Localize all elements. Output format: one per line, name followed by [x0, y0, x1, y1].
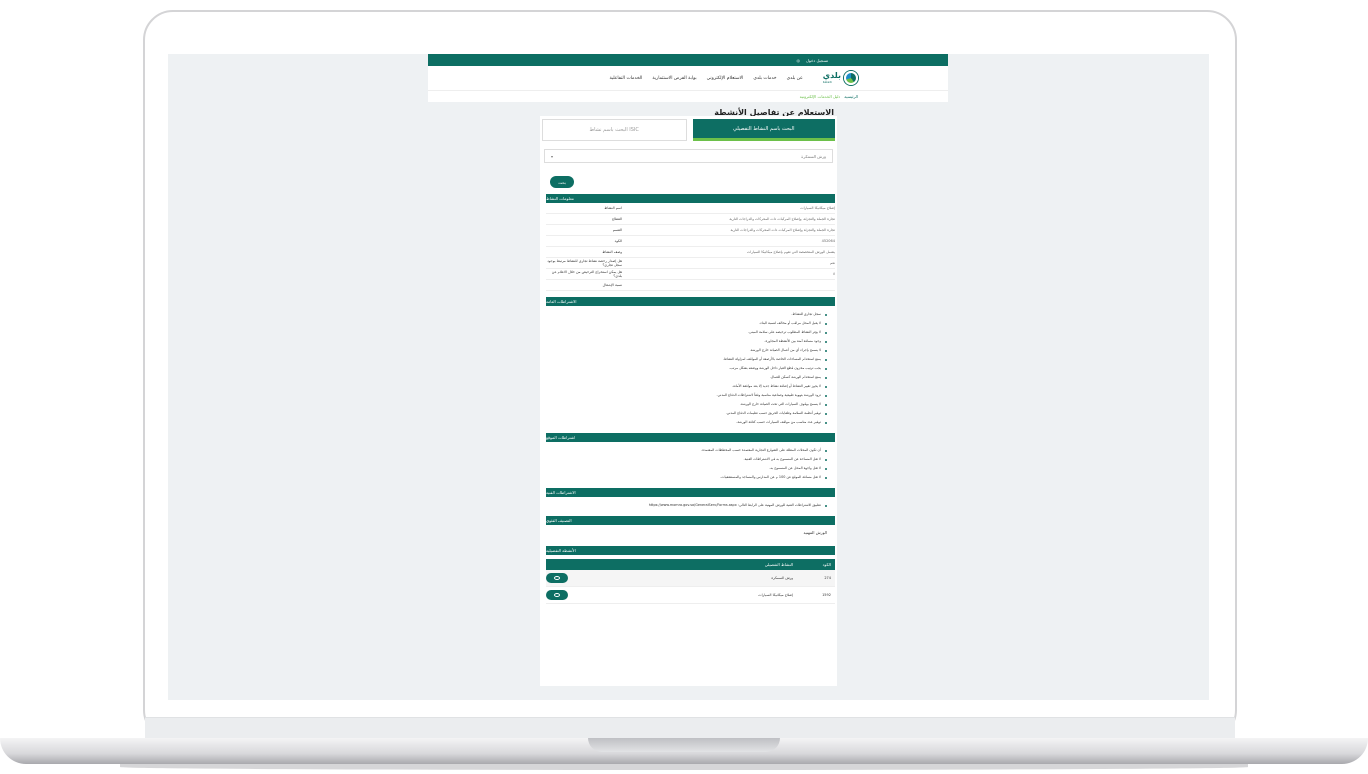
globe-icon[interactable]: ◎ — [797, 58, 801, 63]
nav-inquiry[interactable]: الاستعلام الإلكتروني — [707, 76, 744, 81]
list-item: وجود مسافة آمنة بين الأنشطة المجاورة. — [546, 337, 827, 346]
info-row: اسم النشاط إصلاح ميكانيكا السيارات — [546, 203, 835, 214]
list-item[interactable]: تطبيق الاشتراطات الفنية للورش المهنية عل… — [546, 501, 827, 510]
logo[interactable]: بلدي baladi — [823, 71, 858, 85]
logo-icon — [844, 71, 858, 85]
list-item: يجب ترتيب مخزون قطع الغيار داخل الورشة و… — [546, 364, 827, 373]
list-item: يمنع استخدام المساحات الخاصة بالأرصفة أو… — [546, 355, 827, 364]
list-item: سجل تجاري للنشاط. — [546, 310, 827, 319]
table-row: 274 ورش السمكرة — [546, 570, 835, 587]
info-row: نسبة الإشغال — [546, 280, 835, 291]
info-row: وصف النشاط يشمل الورش المتخصصة التي تقوم … — [546, 247, 835, 258]
location-requirements-header: اشتراطات الموقع — [546, 433, 835, 442]
breadcrumb: الرئيسية دليل الخدمات الإلكترونية — [428, 90, 948, 102]
chevron-down-icon: ▾ — [551, 153, 554, 159]
info-row: هل يمكن استخراج الترخيص من خلال الاعلام … — [546, 269, 835, 280]
col-code: الكود — [822, 562, 831, 567]
technical-requirements-list: تطبيق الاشتراطات الفنية للورش المهنية عل… — [546, 501, 827, 510]
general-requirements-list: سجل تجاري للنشاط. لا يقبل المحل مراقب أو… — [546, 310, 827, 427]
general-requirements-header: الاشتراطات العامة — [546, 297, 835, 306]
list-item: يمنع استخدام الورشة كسكن للعمال. — [546, 373, 827, 382]
list-item: لا تقل المساحة عن المسموح به في الاشتراط… — [546, 455, 827, 464]
laptop-bezel — [145, 717, 1235, 739]
technical-requirements-header: الاشتراطات الفنية — [546, 488, 835, 497]
info-row: القطاع تجارة الجملة والتجزئة، وإصلاح المر… — [546, 214, 835, 225]
list-item: لا تقل واجهة المحل عن المسموح به. — [546, 464, 827, 473]
logo-subtext: baladi — [822, 80, 832, 84]
view-button[interactable] — [546, 573, 568, 583]
eye-icon — [554, 576, 560, 580]
list-item: لا يؤثر النشاط المطلوب ترخيصه على سلامة … — [546, 328, 827, 337]
nav-about[interactable]: عن بلدي — [787, 76, 803, 81]
info-row: الكود 452064 — [546, 236, 835, 247]
breadcrumb-home[interactable]: الرئيسية — [844, 94, 858, 99]
laptop-notch — [588, 738, 780, 752]
laptop-shadow — [120, 764, 1248, 770]
tabs: البحث باسم النشاط التفصيلي البحث باسم نش… — [540, 116, 837, 141]
nav-investment[interactable]: بوابة الفرص الاستثمارية — [652, 76, 696, 81]
main-nav: عن بلدي خدمات بلدي الاستعلام الإلكتروني … — [609, 76, 802, 81]
classification-header: التصنيف الفئوي — [546, 516, 835, 525]
table-header: الكود النشاط التفصيلي — [546, 559, 835, 570]
login-link[interactable]: تسجيل دخول — [806, 58, 828, 63]
view-button[interactable] — [546, 590, 568, 600]
list-item: أن تكون المحلات المطلة على الشوارع التجا… — [546, 446, 827, 455]
content-panel: البحث باسم النشاط التفصيلي البحث باسم نش… — [540, 116, 837, 686]
activity-select[interactable]: ورش السمكرة ▾ — [544, 149, 833, 163]
list-item: تزود الورشة بتهوية طبيعية وصناعية مناسبة… — [546, 391, 827, 400]
logo-text: بلدي — [822, 71, 841, 80]
list-item: لا يسمح بوقوف السيارات التي تحت الصيانة … — [546, 400, 827, 409]
list-item: توفير عدد مناسب من مواقف السيارات حسب كث… — [546, 418, 827, 427]
info-row: هل إصدار رخصة نشاط تجاري للنشاط مرتبط بو… — [546, 259, 835, 269]
search-button[interactable]: بحث — [550, 176, 574, 188]
list-item: لا يقبل المحل مراقب أو مخالف لنسبة البنا… — [546, 319, 827, 328]
list-item: لا يسمح بإجراء أي من أعمال الصيانة خارج … — [546, 346, 827, 355]
list-item: توفير أنظمة السلامة وطفايات الحريق حسب ت… — [546, 409, 827, 418]
eye-icon — [554, 593, 560, 597]
top-bar: ◎ تسجيل دخول — [428, 54, 948, 66]
site-header: بلدي baladi عن بلدي خدمات بلدي الاستعلام… — [428, 66, 948, 90]
location-requirements-list: أن تكون المحلات المطلة على الشوارع التجا… — [546, 446, 827, 482]
list-item: لا يجوز تغيير النشاط أو إضافة نشاط جديد … — [546, 382, 827, 391]
select-value: ورش السمكرة — [801, 153, 826, 159]
tab-detailed-activity[interactable]: البحث باسم النشاط التفصيلي — [692, 119, 835, 141]
tab-isic[interactable]: البحث باسم نشاط ISIC — [542, 119, 687, 141]
detailed-activities-header: الأنشطة التفصيلية — [546, 546, 835, 555]
classification-value: الورش المهنية — [803, 530, 827, 535]
info-row: القسم تجارة الجملة والتجزئة وإصلاح المركب… — [546, 225, 835, 236]
website: ◎ تسجيل دخول بلدي baladi عن بلدي خدمات ب… — [428, 54, 948, 700]
nav-interactive[interactable]: الخدمات التفاعلية — [609, 76, 642, 81]
col-name: النشاط التفصيلي — [764, 562, 793, 567]
table-row: 1592 إصلاح ميكانيكا السيارات — [546, 587, 835, 604]
breadcrumb-current[interactable]: دليل الخدمات الإلكترونية — [800, 94, 841, 99]
activity-info-header: معلومات النشاط — [546, 194, 835, 203]
nav-services[interactable]: خدمات بلدي — [753, 76, 776, 81]
list-item: لا تقل مسافة الموقع عن 100 م عن المدارس … — [546, 473, 827, 482]
